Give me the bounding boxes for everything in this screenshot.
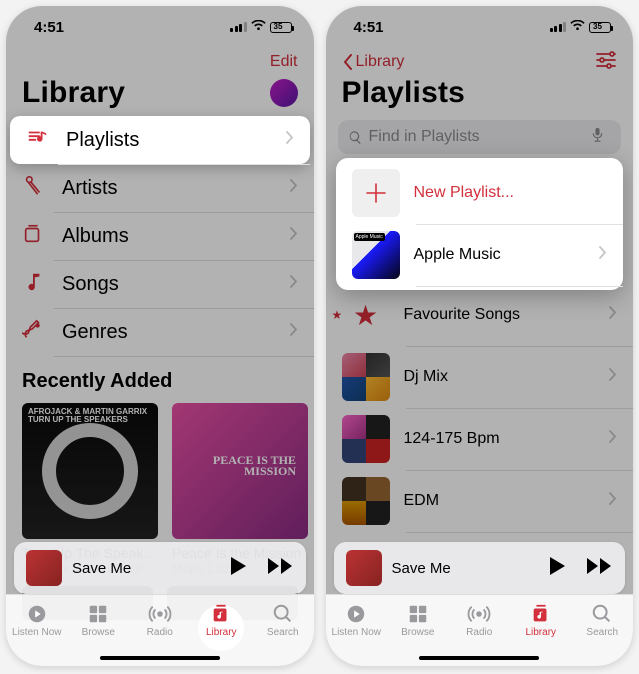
sort-button[interactable]: [595, 51, 617, 74]
tab-browse[interactable]: Browse: [389, 603, 447, 638]
screenshot-playlists: 4:51 35 Library Playlists Find in Playli…: [326, 6, 634, 666]
play-icon[interactable]: [228, 555, 248, 582]
fast-forward-icon[interactable]: [266, 556, 294, 581]
chevron-right-icon: [290, 323, 298, 341]
playlist-row[interactable]: ★ ★ Favourite Songs: [326, 284, 634, 346]
new-playlist-label: New Playlist...: [414, 184, 514, 202]
star-badge-icon: ★: [332, 308, 343, 322]
now-playing-title: Save Me: [392, 560, 451, 577]
playlist-artwork: [342, 353, 390, 401]
chevron-right-icon: [609, 368, 617, 386]
status-time: 4:51: [354, 19, 384, 36]
album-artwork: AFROJACK & MARTIN GARRIX TURN UP THE SPE…: [22, 403, 158, 539]
library-row-label: Albums: [62, 225, 129, 248]
status-bar: 4:51 35: [326, 6, 634, 48]
library-row-label: Artists: [62, 177, 118, 200]
library-row-artists[interactable]: Artists: [6, 164, 314, 212]
play-overlay-icon: [22, 403, 158, 539]
tab-radio[interactable]: Radio: [450, 603, 508, 638]
recently-added-header: Recently Added: [6, 356, 314, 403]
playlist-icon: [26, 127, 48, 154]
search-input[interactable]: Find in Playlists: [338, 120, 622, 154]
chevron-right-icon: [286, 131, 294, 149]
cell-signal-icon: [550, 22, 567, 32]
battery-icon: 35: [589, 22, 611, 33]
chevron-right-icon: [609, 306, 617, 324]
fast-forward-icon[interactable]: [585, 556, 613, 581]
playlist-artwork: [342, 477, 390, 525]
playlist-label: 124-175 Bpm: [404, 430, 500, 448]
library-row-genres[interactable]: Genres: [6, 308, 314, 356]
profile-avatar[interactable]: [270, 79, 298, 107]
playlist-row[interactable]: 124-175 Bpm: [326, 408, 634, 470]
guitar-icon: [22, 319, 44, 346]
chevron-right-icon: [290, 227, 298, 245]
dictate-icon[interactable]: [590, 127, 611, 147]
now-playing-bar[interactable]: Save Me: [14, 542, 306, 594]
playlist-row[interactable]: Dj Mix: [326, 346, 634, 408]
wifi-icon: [251, 20, 266, 35]
now-playing-artwork: [346, 550, 382, 586]
playlist-label: Dj Mix: [404, 368, 448, 386]
new-playlist-button[interactable]: New Playlist...: [336, 162, 624, 224]
back-button[interactable]: Library: [342, 53, 405, 71]
now-playing-title: Save Me: [72, 560, 131, 577]
playlist-row[interactable]: EDM: [326, 470, 634, 532]
chevron-right-icon: [599, 246, 607, 264]
search-placeholder: Find in Playlists: [369, 128, 480, 146]
playlist-label: EDM: [404, 492, 440, 510]
chevron-right-icon: [290, 179, 298, 197]
screenshot-library: 4:51 35 Edit Library Playlists Artists: [6, 6, 314, 666]
tab-search[interactable]: Search: [573, 603, 631, 638]
tab-listen-now[interactable]: Listen Now: [327, 603, 385, 638]
home-indicator[interactable]: [419, 656, 539, 660]
play-icon[interactable]: [547, 555, 567, 582]
tab-library[interactable]: Library: [512, 603, 570, 638]
tab-search[interactable]: Search: [254, 603, 312, 638]
tab-browse[interactable]: Browse: [69, 603, 127, 638]
playlists-menu-popup: New Playlist... Apple Music Apple Music: [336, 158, 624, 290]
music-note-icon: [22, 271, 44, 298]
now-playing-artwork: [26, 550, 62, 586]
tab-radio[interactable]: Radio: [131, 603, 189, 638]
home-indicator[interactable]: [100, 656, 220, 660]
wifi-icon: [570, 20, 585, 35]
library-row-albums[interactable]: Albums: [6, 212, 314, 260]
apple-music-folder[interactable]: Apple Music Apple Music: [336, 224, 624, 286]
chevron-right-icon: [290, 275, 298, 293]
chevron-right-icon: [609, 492, 617, 510]
battery-icon: 35: [270, 22, 292, 33]
tab-listen-now[interactable]: Listen Now: [8, 603, 66, 638]
page-title: Library: [22, 76, 125, 110]
apple-music-artwork: Apple Music: [352, 231, 400, 279]
library-row-songs[interactable]: Songs: [6, 260, 314, 308]
playlist-artwork: [342, 415, 390, 463]
playlist-label: Favourite Songs: [404, 306, 521, 324]
status-bar: 4:51 35: [6, 6, 314, 48]
playlist-label: Apple Music: [414, 246, 501, 264]
now-playing-bar[interactable]: Save Me: [334, 542, 626, 594]
plus-icon: [352, 169, 400, 217]
cell-signal-icon: [230, 22, 247, 32]
library-row-playlists[interactable]: Playlists: [10, 116, 310, 164]
album-icon: [22, 223, 44, 250]
page-title: Playlists: [342, 76, 466, 110]
library-row-label: Playlists: [66, 129, 139, 152]
tab-library[interactable]: Library: [192, 603, 250, 638]
search-icon: [348, 130, 363, 145]
library-row-label: Songs: [62, 273, 119, 296]
edit-button[interactable]: Edit: [270, 53, 298, 71]
microphone-icon: [22, 175, 44, 202]
album-artwork: PEACE IS THE MISSION: [172, 403, 308, 539]
star-icon: ★: [342, 291, 390, 339]
chevron-right-icon: [609, 430, 617, 448]
library-row-label: Genres: [62, 321, 128, 344]
status-time: 4:51: [34, 19, 64, 36]
